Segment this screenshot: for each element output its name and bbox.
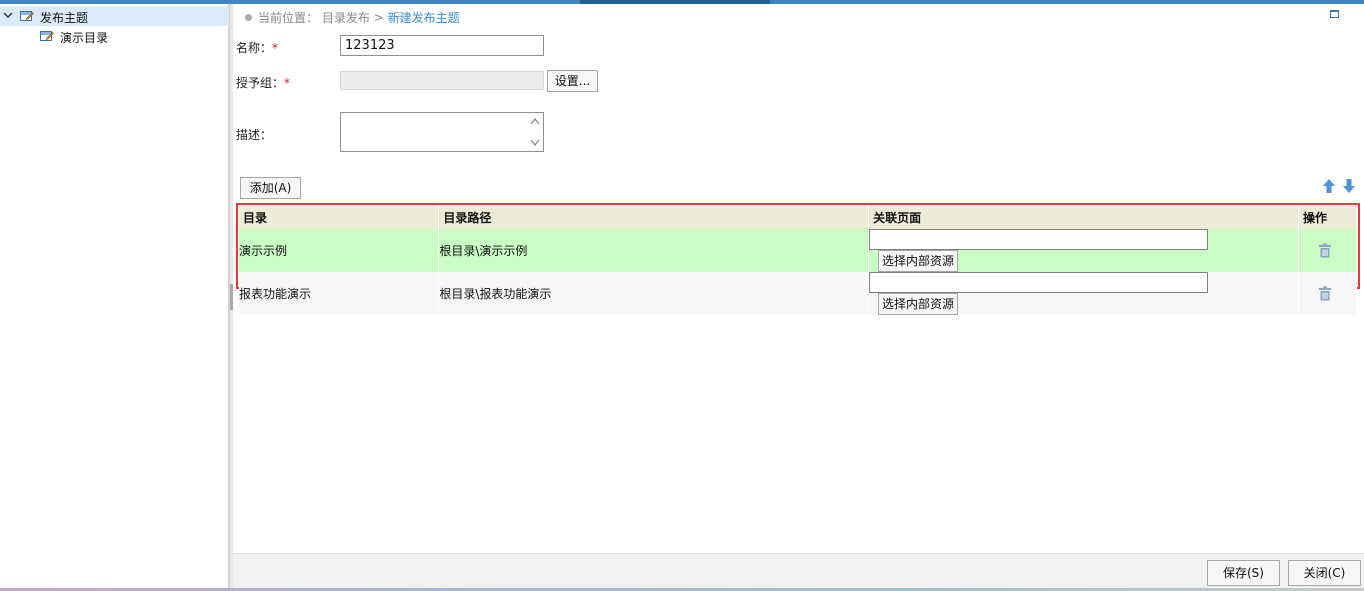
tree-node-root[interactable]: 发布主题 bbox=[0, 6, 229, 26]
action-cell bbox=[1298, 272, 1358, 315]
tree-root-label: 发布主题 bbox=[40, 11, 89, 25]
maximize-icon[interactable] bbox=[1330, 10, 1339, 18]
name-input[interactable] bbox=[340, 35, 544, 56]
group-label-text: 授予组： bbox=[236, 76, 285, 90]
breadcrumb-current: 新建发布主题 bbox=[387, 11, 460, 25]
group-label: 授予组：* bbox=[236, 74, 290, 91]
table-header-row: 目录 目录路径 关联页面 操作 bbox=[239, 206, 1358, 229]
page-cell: 选择内部资源 bbox=[868, 229, 1299, 272]
column-header-page: 关联页面 bbox=[868, 206, 1299, 229]
path-cell: 根目录\报表功能演示 bbox=[438, 272, 870, 315]
chevron-down-icon[interactable] bbox=[3, 10, 13, 20]
settings-button[interactable]: 设置... bbox=[547, 70, 598, 92]
page-input[interactable] bbox=[869, 229, 1209, 250]
directory-table: 目录 目录路径 关联页面 操作 演示示例 根目录\演示示例 选择内部资源 报表功… bbox=[239, 206, 1358, 315]
add-button[interactable]: 添加(A) bbox=[240, 177, 301, 199]
table-row[interactable]: 演示示例 根目录\演示示例 选择内部资源 bbox=[239, 229, 1358, 272]
breadcrumb: 当前位置： 目录发布 > 新建发布主题 bbox=[245, 9, 460, 26]
name-label-text: 名称： bbox=[236, 41, 273, 55]
breadcrumb-level1[interactable]: 目录发布 bbox=[322, 11, 370, 25]
select-resource-button[interactable]: 选择内部资源 bbox=[878, 250, 959, 272]
arrow-up-icon[interactable] bbox=[1322, 178, 1336, 194]
directory-tree-panel: 发布主题 演示目录 bbox=[0, 4, 229, 591]
group-input bbox=[340, 71, 544, 90]
required-mark: * bbox=[272, 41, 279, 55]
tree-node-child[interactable]: 演示目录 bbox=[0, 26, 229, 46]
directory-cell: 报表功能演示 bbox=[239, 272, 440, 315]
name-label: 名称：* bbox=[236, 39, 278, 56]
table-row[interactable]: 报表功能演示 根目录\报表功能演示 选择内部资源 bbox=[239, 272, 1358, 315]
page-input[interactable] bbox=[869, 272, 1209, 293]
breadcrumb-separator: > bbox=[373, 10, 384, 25]
close-button[interactable]: 关闭(C) bbox=[1288, 560, 1361, 586]
required-mark: * bbox=[284, 76, 291, 90]
arrow-down-icon[interactable] bbox=[1342, 178, 1356, 194]
breadcrumb-prefix: 当前位置： bbox=[258, 11, 319, 25]
directory-cell: 演示示例 bbox=[239, 229, 440, 272]
tree-child-label: 演示目录 bbox=[60, 31, 109, 45]
select-resource-button[interactable]: 选择内部资源 bbox=[878, 293, 959, 315]
column-header-path: 目录路径 bbox=[438, 206, 870, 229]
trash-icon[interactable] bbox=[1318, 243, 1332, 258]
description-textarea[interactable] bbox=[340, 112, 544, 152]
save-button[interactable]: 保存(S) bbox=[1207, 560, 1280, 586]
page-cell: 选择内部资源 bbox=[868, 272, 1299, 315]
trash-icon[interactable] bbox=[1318, 286, 1332, 301]
column-header-directory: 目录 bbox=[239, 206, 440, 229]
footer-bar: 保存(S) 关闭(C) bbox=[233, 553, 1364, 591]
edit-folder-icon bbox=[40, 31, 54, 41]
main-panel: 当前位置： 目录发布 > 新建发布主题 名称：* 授予组：* 设置... 描述：… bbox=[233, 4, 1364, 591]
bullet-icon bbox=[245, 14, 252, 21]
desc-label: 描述： bbox=[236, 128, 273, 142]
edit-folder-icon bbox=[20, 11, 34, 21]
textarea-scrollbar[interactable] bbox=[529, 116, 541, 148]
path-cell: 根目录\演示示例 bbox=[438, 229, 870, 272]
column-header-action: 操作 bbox=[1298, 206, 1358, 229]
action-cell bbox=[1298, 229, 1358, 272]
